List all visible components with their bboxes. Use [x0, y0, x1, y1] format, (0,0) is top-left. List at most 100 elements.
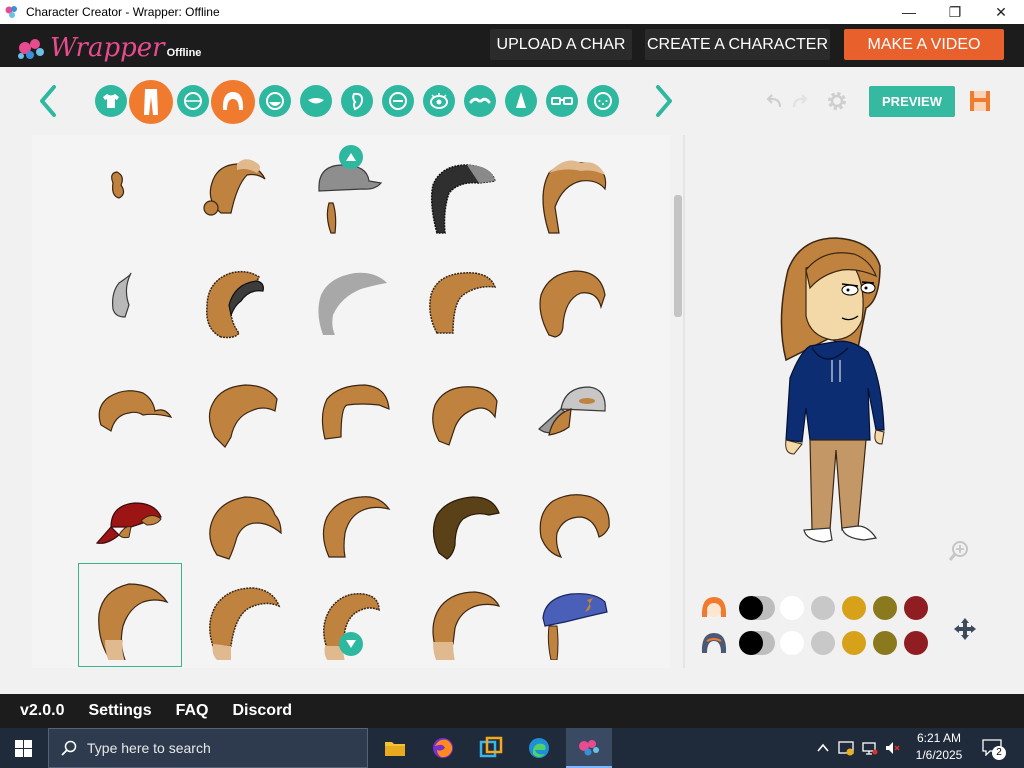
zoom-in-icon[interactable]: [948, 540, 970, 562]
swatch-olive[interactable]: [873, 596, 897, 620]
make-video-button[interactable]: MAKE A VIDEO: [844, 29, 1004, 60]
category-eyes[interactable]: [423, 85, 455, 117]
beard-icon: [266, 92, 284, 110]
swatch-olive-secondary[interactable]: [873, 631, 897, 655]
swatch-black-secondary[interactable]: [739, 631, 763, 655]
hair-option[interactable]: [408, 358, 512, 462]
taskbar-wrapper-app[interactable]: [566, 728, 612, 768]
category-mouth[interactable]: [300, 85, 332, 117]
footer-link-settings[interactable]: Settings: [88, 702, 151, 720]
category-glasses[interactable]: [546, 85, 578, 117]
taskbar-firefox[interactable]: [420, 728, 466, 768]
wrapper-taskbar-icon: [579, 740, 599, 756]
hair-color-icon: [701, 597, 727, 617]
close-button[interactable]: ✕: [978, 0, 1024, 24]
hair-option[interactable]: [518, 563, 622, 667]
swatch-gold-secondary[interactable]: [842, 631, 866, 655]
hair-option[interactable]: [78, 358, 182, 462]
action-center-button[interactable]: 2: [982, 738, 1006, 760]
clock-date: 1/6/2025: [915, 748, 963, 762]
search-placeholder: Type here to search: [87, 740, 211, 756]
category-ear[interactable]: [341, 85, 373, 117]
restore-button[interactable]: ❐: [932, 0, 978, 24]
hair-option[interactable]: [518, 248, 622, 352]
category-freckles[interactable]: [587, 85, 619, 117]
hair-icon: [222, 92, 244, 110]
undo-icon[interactable]: [764, 92, 784, 112]
hair-option[interactable]: [298, 358, 402, 462]
hair-option[interactable]: [78, 138, 182, 242]
scroll-down-button[interactable]: [339, 632, 363, 656]
prev-category-arrow-icon[interactable]: [36, 83, 60, 119]
footer-link-faq[interactable]: FAQ: [176, 702, 209, 720]
volume-muted-icon[interactable]: [884, 740, 900, 756]
hair-option[interactable]: [78, 248, 182, 352]
hair-option[interactable]: [408, 248, 512, 352]
minimize-button[interactable]: —: [886, 0, 932, 24]
swatch-white[interactable]: [780, 596, 804, 620]
category-upper-body[interactable]: [95, 85, 127, 117]
swatch-gray[interactable]: [811, 596, 835, 620]
hair-option[interactable]: [408, 563, 512, 667]
swatch-maroon[interactable]: [904, 596, 928, 620]
swatch-white-secondary[interactable]: [780, 631, 804, 655]
taskbar-search-box[interactable]: Type here to search: [48, 728, 368, 768]
hair-option[interactable]: [188, 358, 292, 462]
folder-icon: [385, 742, 405, 756]
scroll-up-button[interactable]: [339, 145, 363, 169]
swatch-black[interactable]: [739, 596, 763, 620]
network-icon[interactable]: [862, 740, 878, 756]
windows-start-icon[interactable]: [15, 740, 32, 757]
swatch-maroon-secondary[interactable]: [904, 631, 928, 655]
next-category-arrow-icon[interactable]: [652, 83, 676, 119]
hair-option[interactable]: [408, 138, 512, 242]
hair-option[interactable]: [518, 468, 622, 572]
category-beard[interactable]: [259, 85, 291, 117]
footer-link-discord[interactable]: Discord: [233, 702, 293, 720]
app-header: Wrapper Offline UPLOAD A CHAR CREATE A C…: [0, 24, 1024, 67]
face-detail-icon: [389, 92, 407, 110]
hair-option[interactable]: [298, 468, 402, 572]
hair-option-selected[interactable]: [78, 563, 182, 667]
wrapper-app-icon: [5, 6, 17, 18]
hair-option[interactable]: [188, 248, 292, 352]
gear-icon[interactable]: [825, 89, 849, 113]
taskbar-clock[interactable]: 6:21 AM 1/6/2025: [906, 730, 972, 766]
hair-option[interactable]: [408, 468, 512, 572]
save-icon[interactable]: [968, 89, 992, 113]
hair-option[interactable]: [188, 468, 292, 572]
logo-text: Wrapper: [50, 33, 165, 63]
preview-button[interactable]: PREVIEW: [869, 86, 955, 117]
category-hair[interactable]: [211, 80, 255, 124]
create-character-button[interactable]: CREATE A CHARACTER: [645, 29, 830, 60]
category-eyebrows[interactable]: [464, 85, 496, 117]
hair-option[interactable]: [518, 138, 622, 242]
security-center-icon[interactable]: [838, 740, 854, 756]
move-arrows-icon[interactable]: [952, 616, 978, 642]
redo-icon[interactable]: [790, 92, 810, 112]
category-face-shape[interactable]: [177, 85, 209, 117]
logo-subtext: Offline: [166, 47, 202, 59]
hair-option[interactable]: [188, 138, 292, 242]
hair-option[interactable]: [518, 358, 622, 462]
chevron-up-icon[interactable]: [816, 741, 830, 755]
app-footer: v2.0.0 Settings FAQ Discord: [0, 694, 1024, 728]
category-lower-body[interactable]: [129, 80, 173, 124]
hair-option[interactable]: [78, 468, 182, 572]
category-nose[interactable]: [505, 85, 537, 117]
swatch-gold[interactable]: [842, 596, 866, 620]
swatch-gray-secondary[interactable]: [811, 631, 835, 655]
taskbar-app-boxes[interactable]: [468, 728, 514, 768]
taskbar-edge[interactable]: [516, 728, 562, 768]
hair-option[interactable]: [298, 248, 402, 352]
grid-scrollbar[interactable]: [674, 195, 682, 317]
upload-char-button[interactable]: UPLOAD A CHAR: [490, 29, 632, 60]
wrapper-logo[interactable]: Wrapper Offline: [16, 30, 201, 62]
hair-option[interactable]: [188, 563, 292, 667]
edge-icon: [529, 738, 549, 758]
category-facial-detail[interactable]: [382, 85, 414, 117]
panel-divider: [683, 135, 685, 668]
character-preview: [780, 237, 885, 543]
taskbar-file-explorer[interactable]: [372, 728, 418, 768]
hair-color-icon-secondary: [701, 633, 727, 653]
